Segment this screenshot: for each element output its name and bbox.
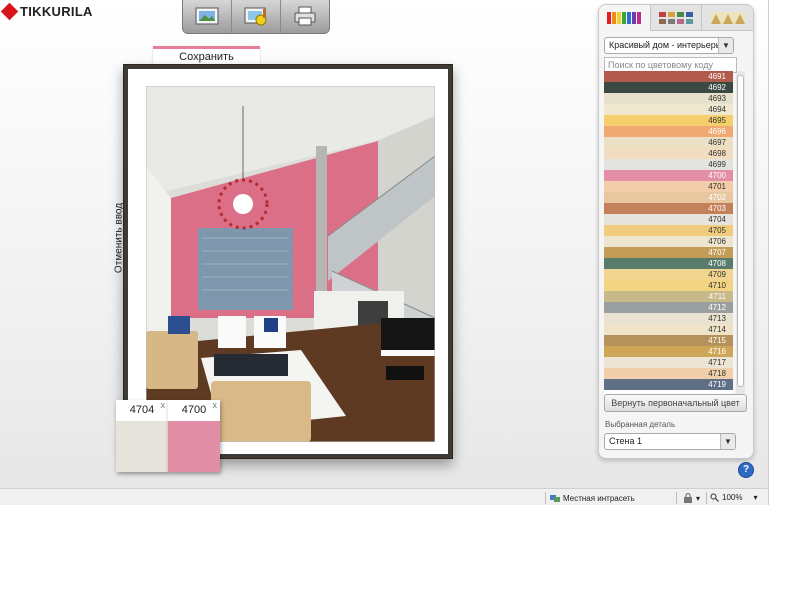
selected-detail-label: Выбранная деталь bbox=[605, 420, 676, 429]
status-divider bbox=[676, 492, 677, 504]
detail-value: Стена 1 bbox=[609, 436, 643, 446]
detail-select[interactable]: Стена 1 ▼ bbox=[604, 433, 736, 450]
tikkurila-logo: TIKKURILA bbox=[0, 0, 93, 22]
color-row[interactable]: 4699 bbox=[604, 159, 733, 170]
paint-icon bbox=[244, 7, 267, 26]
printer-icon bbox=[294, 6, 316, 26]
scrollbar-thumb[interactable] bbox=[737, 75, 744, 387]
paint-wall-button[interactable] bbox=[232, 0, 281, 33]
room-photo[interactable] bbox=[146, 86, 435, 442]
color-row[interactable]: 4702 bbox=[604, 192, 733, 203]
top-toolbar bbox=[182, 0, 330, 34]
help-icon[interactable]: ? bbox=[738, 462, 754, 478]
color-row[interactable]: 4692 bbox=[604, 82, 733, 93]
collection-select[interactable]: Красивый дом - интерьеры - 2 ▼ bbox=[604, 37, 734, 54]
color-list: 4691 4692 4693 4694 4695 4696 4697 4698 4699 4700… bbox=[604, 71, 733, 395]
color-row[interactable]: 4709 bbox=[604, 269, 733, 280]
color-row[interactable]: 4694 bbox=[604, 104, 733, 115]
chevron-down-icon: ▾ bbox=[753, 493, 758, 502]
protected-mode-button[interactable]: ▾ bbox=[683, 493, 700, 503]
pattern-icon bbox=[710, 11, 745, 24]
color-row[interactable]: 4714 bbox=[604, 324, 733, 335]
color-row[interactable]: 4701 bbox=[604, 181, 733, 192]
lock-icon bbox=[684, 493, 692, 503]
window-edge bbox=[768, 0, 769, 505]
color-row[interactable]: 4715 bbox=[604, 335, 733, 346]
color-row[interactable]: 4703 bbox=[604, 203, 733, 214]
remove-swatch-icon[interactable]: x bbox=[161, 400, 166, 410]
color-row[interactable]: 4696 bbox=[604, 126, 733, 137]
magnifier-icon bbox=[710, 493, 719, 502]
color-row[interactable]: 4719 bbox=[604, 379, 733, 390]
color-row[interactable]: 4717 bbox=[604, 357, 733, 368]
zoom-control[interactable]: 100% ▾ bbox=[710, 493, 757, 502]
selected-swatch-1[interactable]: 4704 x bbox=[116, 400, 168, 472]
chevron-down-icon: ▾ bbox=[696, 493, 701, 503]
zoom-level: 100% bbox=[722, 493, 743, 502]
intranet-globe-icon bbox=[550, 495, 560, 502]
color-row[interactable]: 4691 bbox=[604, 71, 733, 82]
app-window: TIKKURILA Сохранить изобр bbox=[0, 0, 768, 505]
load-photo-button[interactable] bbox=[183, 0, 232, 33]
color-row[interactable]: 4708 bbox=[604, 258, 733, 269]
tab-color-stripes[interactable] bbox=[599, 5, 651, 31]
photo-icon bbox=[195, 7, 219, 25]
color-row[interactable]: 4698 bbox=[604, 148, 733, 159]
color-row[interactable]: 4700 bbox=[604, 170, 733, 181]
color-list-scrollbar[interactable] bbox=[736, 71, 745, 395]
color-row[interactable]: 4706 bbox=[604, 236, 733, 247]
tab-color-grid[interactable] bbox=[650, 5, 703, 31]
print-button[interactable] bbox=[281, 0, 329, 33]
color-row[interactable]: 4697 bbox=[604, 137, 733, 148]
color-row[interactable]: 4704 bbox=[604, 214, 733, 225]
swatch-color bbox=[168, 421, 220, 472]
status-divider bbox=[545, 492, 546, 504]
color-row[interactable]: 4693 bbox=[604, 93, 733, 104]
logo-mark-icon bbox=[0, 2, 19, 20]
tab-patterns[interactable] bbox=[702, 5, 753, 31]
collection-value: Красивый дом - интерьеры - 2 bbox=[609, 40, 734, 50]
security-zone-label: Местная интрасеть bbox=[563, 493, 635, 503]
status-divider bbox=[706, 492, 707, 504]
status-bar: Местная интрасеть ▾ 100% ▾ bbox=[0, 488, 768, 505]
security-zone[interactable]: Местная интрасеть bbox=[550, 493, 635, 503]
color-panel: Красивый дом - интерьеры - 2 ▼ 469146924… bbox=[598, 4, 754, 459]
panel-tabs bbox=[599, 5, 753, 31]
color-row[interactable]: 4712 bbox=[604, 302, 733, 313]
frame-mat bbox=[128, 69, 448, 454]
remove-swatch-icon[interactable]: x bbox=[213, 400, 218, 410]
color-row[interactable]: 4707 bbox=[604, 247, 733, 258]
swatch-color bbox=[116, 421, 168, 472]
chevron-down-icon: ▼ bbox=[718, 38, 733, 53]
color-row[interactable]: 4718 bbox=[604, 368, 733, 379]
color-row[interactable]: 4705 bbox=[604, 225, 733, 236]
chevron-down-icon: ▼ bbox=[720, 434, 735, 449]
selected-swatch-2[interactable]: 4700 x bbox=[168, 400, 220, 472]
color-row[interactable]: 4713 bbox=[604, 313, 733, 324]
color-row[interactable]: 4716 bbox=[604, 346, 733, 357]
color-grid-icon bbox=[659, 11, 693, 24]
color-stripes-icon bbox=[607, 11, 642, 24]
reset-color-button[interactable]: Вернуть первоначальный цвет bbox=[604, 394, 747, 412]
color-row[interactable]: 4695 bbox=[604, 115, 733, 126]
color-row[interactable]: 4710 bbox=[604, 280, 733, 291]
color-row[interactable]: 4711 bbox=[604, 291, 733, 302]
brand-name: TIKKURILA bbox=[20, 3, 93, 19]
